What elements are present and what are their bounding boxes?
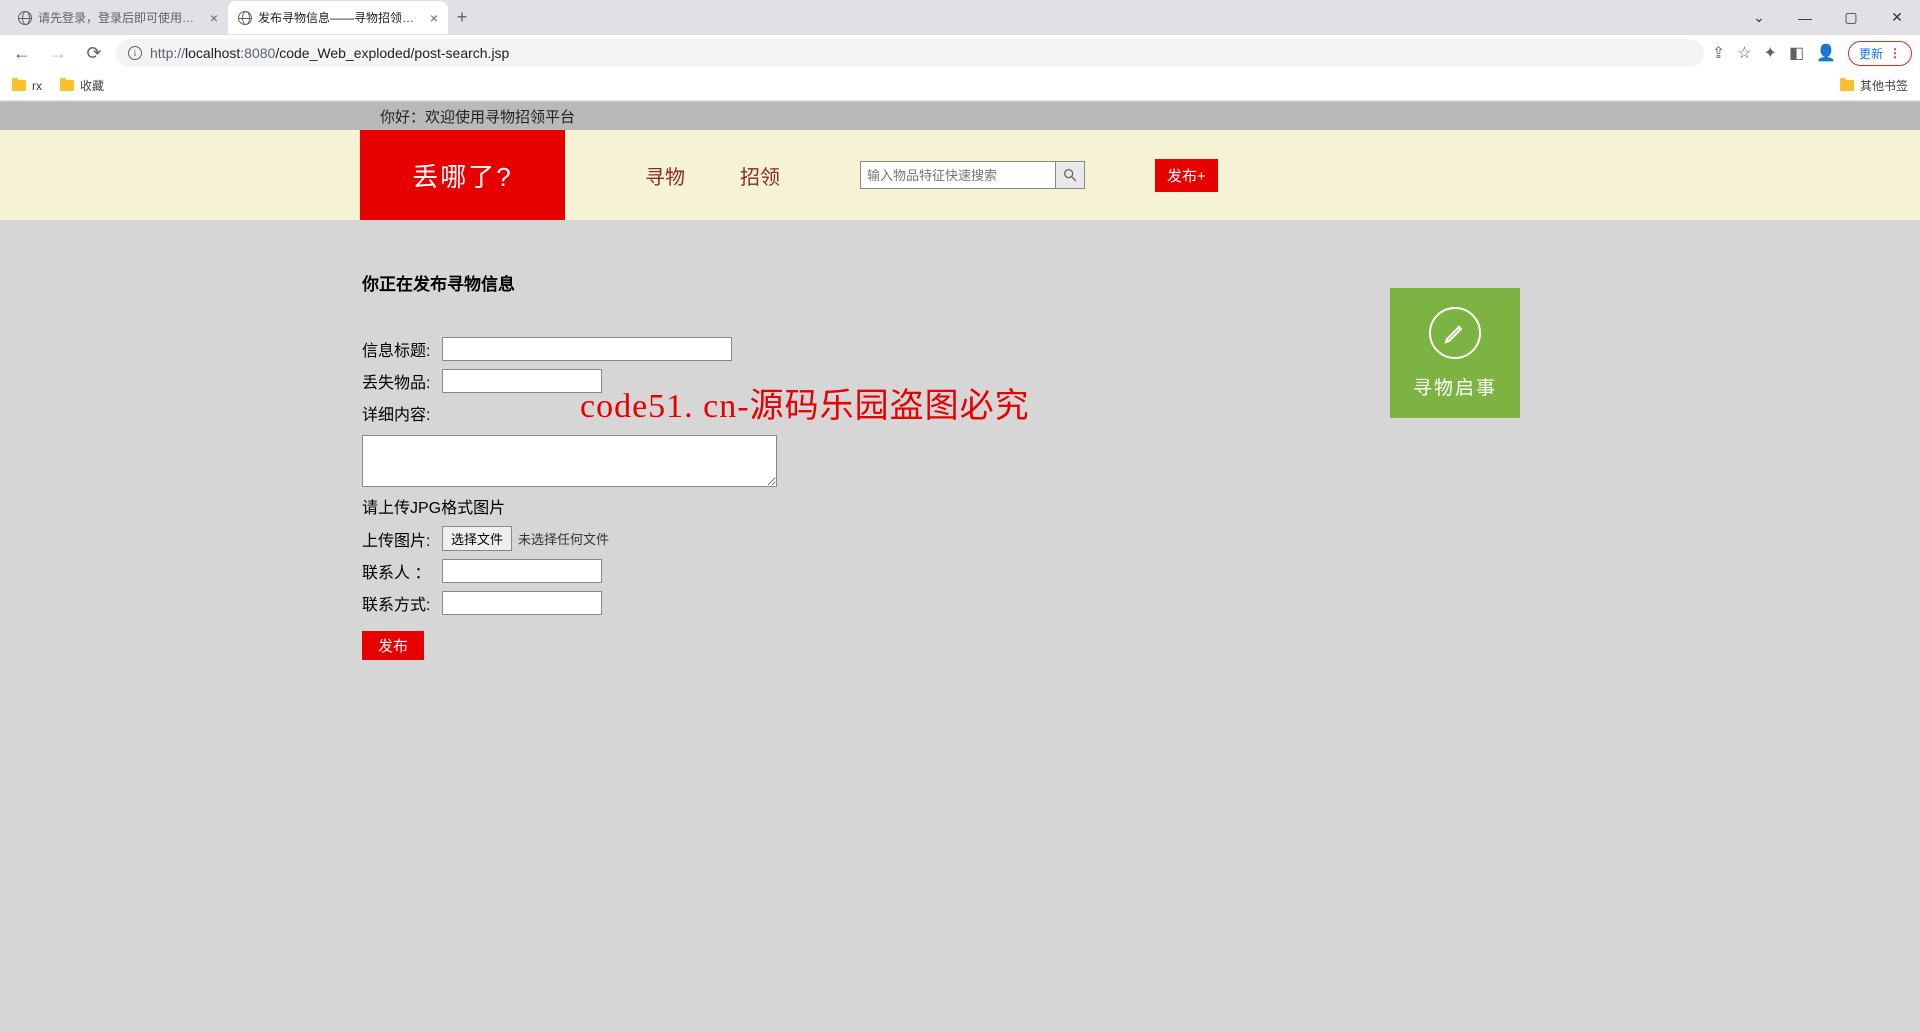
- nav-claim[interactable]: 招领: [740, 161, 780, 190]
- folder-icon: [60, 80, 74, 91]
- nav-search-lost[interactable]: 寻物: [645, 161, 685, 190]
- browser-toolbar: ← → ⟳ i http://localhost:8080/code_Web_e…: [0, 35, 1920, 71]
- forward-button[interactable]: →: [44, 39, 72, 67]
- contact-person-input[interactable]: [442, 559, 602, 583]
- label-contact-info: 联系方式:: [362, 591, 442, 615]
- label-contact-person: 联系人 ：: [362, 559, 442, 583]
- search-box: [860, 161, 1085, 189]
- folder-icon: [12, 80, 26, 91]
- upload-hint: 请上传JPG格式图片: [362, 494, 1560, 518]
- close-icon[interactable]: ×: [430, 10, 438, 26]
- address-bar[interactable]: i http://localhost:8080/code_Web_explode…: [116, 39, 1704, 67]
- page-body: 你好：欢迎使用寻物招领平台 丢哪了? 寻物 招领 发布+ 你正在发布寻物信息 信…: [0, 102, 1920, 1032]
- form-area: 你正在发布寻物信息 信息标题: 丢失物品: 详细内容: 请上传JPG格式图片 上…: [360, 270, 1560, 660]
- header-band: 丢哪了? 寻物 招领 发布+: [0, 130, 1920, 220]
- greeting-text: 你好：欢迎使用寻物招领平台: [360, 106, 1560, 127]
- new-tab-button[interactable]: +: [448, 7, 476, 28]
- tab-title: 请先登录，登录后即可使用寻物招…: [38, 9, 204, 26]
- side-panel-icon[interactable]: ◧: [1789, 43, 1804, 63]
- globe-icon: [18, 11, 32, 25]
- folder-icon: [1840, 80, 1854, 91]
- browser-chrome: 请先登录，登录后即可使用寻物招… × 发布寻物信息——寻物招领平台 × + ⌄ …: [0, 0, 1920, 102]
- window-controls: ⌄ — ▢ ✕: [1736, 0, 1920, 35]
- back-button[interactable]: ←: [8, 39, 36, 67]
- label-item: 丢失物品:: [362, 369, 442, 393]
- tab-title: 发布寻物信息——寻物招领平台: [258, 9, 424, 26]
- star-icon[interactable]: ☆: [1737, 43, 1751, 63]
- page-title: 你正在发布寻物信息: [362, 270, 1560, 295]
- item-input[interactable]: [442, 369, 602, 393]
- publish-button[interactable]: 发布+: [1155, 159, 1218, 192]
- url-text: http://localhost:8080/code_Web_exploded/…: [150, 45, 509, 61]
- pencil-icon: [1443, 321, 1467, 345]
- globe-icon: [238, 11, 252, 25]
- greeting-bar: 你好：欢迎使用寻物招领平台: [0, 102, 1920, 130]
- update-button[interactable]: 更新⋮: [1848, 41, 1912, 66]
- side-card-label: 寻物启事: [1413, 373, 1497, 400]
- info-icon: i: [128, 46, 142, 60]
- search-button[interactable]: [1055, 161, 1085, 189]
- search-input[interactable]: [860, 161, 1055, 189]
- close-icon[interactable]: ×: [210, 10, 218, 26]
- contact-info-input[interactable]: [442, 591, 602, 615]
- close-window-button[interactable]: ✕: [1874, 0, 1920, 35]
- extensions-icon[interactable]: ✦: [1764, 43, 1777, 63]
- content-wrap: 你正在发布寻物信息 信息标题: 丢失物品: 详细内容: 请上传JPG格式图片 上…: [360, 220, 1560, 660]
- label-upload: 上传图片:: [362, 527, 442, 551]
- search-icon: [1062, 167, 1078, 183]
- browser-tab[interactable]: 请先登录，登录后即可使用寻物招… ×: [8, 1, 228, 34]
- label-title: 信息标题:: [362, 337, 442, 361]
- minimize-button[interactable]: —: [1782, 0, 1828, 35]
- other-bookmarks[interactable]: 其他书签: [1840, 77, 1908, 94]
- maximize-button[interactable]: ▢: [1828, 0, 1874, 35]
- file-choose-button[interactable]: 选择文件: [442, 526, 512, 551]
- bookmarks-bar: rx 收藏 其他书签: [0, 71, 1920, 101]
- bookmark-item[interactable]: 收藏: [60, 77, 104, 94]
- browser-tab-active[interactable]: 发布寻物信息——寻物招领平台 ×: [228, 1, 448, 34]
- share-icon[interactable]: ⇪: [1712, 43, 1725, 63]
- logo[interactable]: 丢哪了?: [360, 130, 565, 220]
- pencil-circle-icon: [1429, 307, 1481, 359]
- file-status: 未选择任何文件: [518, 529, 609, 548]
- title-input[interactable]: [442, 337, 732, 361]
- tab-strip: 请先登录，登录后即可使用寻物招… × 发布寻物信息——寻物招领平台 × + ⌄ …: [0, 0, 1920, 35]
- bookmark-item[interactable]: rx: [12, 79, 42, 93]
- submit-button[interactable]: 发布: [362, 631, 424, 660]
- detail-textarea[interactable]: [362, 435, 777, 487]
- profile-icon[interactable]: 👤: [1816, 43, 1836, 63]
- reload-button[interactable]: ⟳: [80, 39, 108, 67]
- label-detail: 详细内容:: [362, 401, 442, 425]
- side-card-lost-notice[interactable]: 寻物启事: [1390, 288, 1520, 418]
- chevron-down-icon[interactable]: ⌄: [1736, 0, 1782, 35]
